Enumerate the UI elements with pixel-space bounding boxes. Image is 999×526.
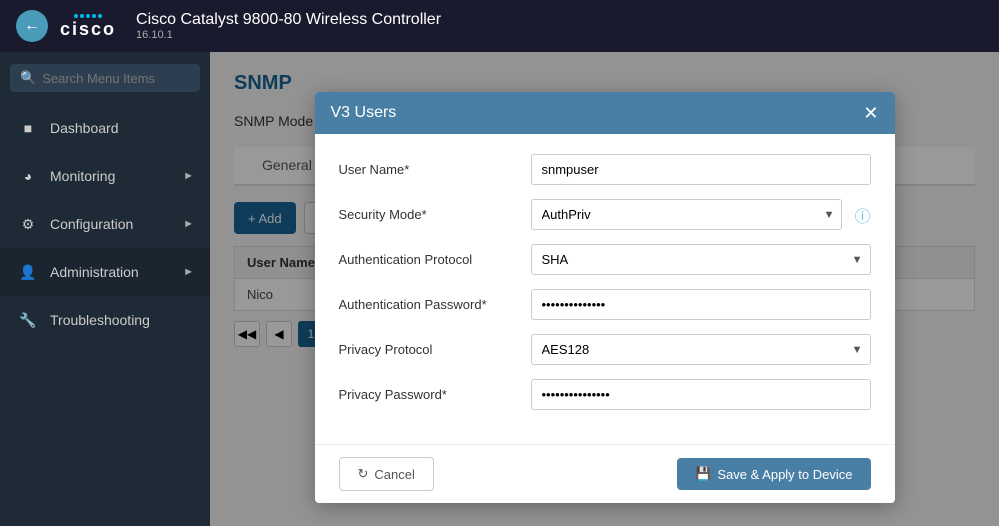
auth-protocol-label: Authentication Protocol	[339, 252, 519, 267]
auth-password-input[interactable]	[531, 289, 871, 320]
privacy-protocol-label: Privacy Protocol	[339, 342, 519, 357]
sidebar-item-label: Monitoring	[50, 168, 115, 184]
modal-close-button[interactable]: ✕	[863, 104, 878, 122]
topbar: ← cisco Cisco Catalyst 9800-80 Wireless …	[0, 0, 999, 52]
chevron-right-icon: ►	[183, 218, 194, 230]
app-version: 16.10.1	[136, 29, 441, 41]
sidebar-item-troubleshooting[interactable]: 🔧 Troubleshooting	[0, 296, 210, 344]
v3-users-modal: V3 Users ✕ User Name* Security Mode*	[315, 92, 895, 503]
username-input[interactable]	[531, 154, 871, 185]
privacy-protocol-wrapper: AES128 AES192 AES256 DES ▼	[531, 334, 871, 365]
cancel-button[interactable]: ↻ Cancel	[339, 457, 434, 491]
sidebar-item-configuration[interactable]: ⚙ Configuration ►	[0, 200, 210, 248]
config-icon: ⚙	[16, 212, 40, 236]
privacy-protocol-select[interactable]: AES128 AES192 AES256 DES	[531, 334, 871, 365]
app-title: Cisco Catalyst 9800-80 Wireless Controll…	[136, 11, 441, 29]
modal-title: V3 Users	[331, 104, 397, 122]
modal-body: User Name* Security Mode* NoAuthNoPriv A…	[315, 134, 895, 444]
auth-protocol-select[interactable]: MD5 SHA	[531, 244, 871, 275]
cancel-icon: ↻	[358, 466, 369, 482]
cisco-logo: cisco	[60, 14, 116, 38]
sidebar-item-label: Dashboard	[50, 120, 119, 136]
troubleshoot-icon: 🔧	[16, 308, 40, 332]
sidebar: 🔍 ■ Dashboard ◕ Monitoring ► ⚙ Configura…	[0, 52, 210, 526]
search-box[interactable]: 🔍	[10, 64, 200, 92]
form-row-auth-protocol: Authentication Protocol MD5 SHA ▼	[339, 244, 871, 275]
save-icon: 💾	[695, 466, 711, 482]
auth-protocol-wrapper: MD5 SHA ▼	[531, 244, 871, 275]
form-row-privacy-protocol: Privacy Protocol AES128 AES192 AES256 DE…	[339, 334, 871, 365]
chevron-right-icon: ►	[183, 170, 194, 182]
username-label: User Name*	[339, 162, 519, 177]
security-mode-label: Security Mode*	[339, 207, 519, 222]
dashboard-icon: ■	[16, 116, 40, 140]
auth-password-label: Authentication Password*	[339, 297, 519, 312]
security-mode-wrapper: NoAuthNoPriv AuthNoPriv AuthPriv ▼	[531, 199, 843, 230]
cancel-label: Cancel	[374, 467, 414, 482]
monitoring-icon: ◕	[16, 164, 40, 188]
modal-footer: ↻ Cancel 💾 Save & Apply to Device	[315, 444, 895, 503]
modal-header: V3 Users ✕	[315, 92, 895, 134]
content-area: SNMP SNMP Mode ENABLED 👁 General Communi…	[210, 52, 999, 526]
sidebar-item-label: Configuration	[50, 216, 133, 232]
privacy-password-input[interactable]	[531, 379, 871, 410]
sidebar-item-administration[interactable]: 👤 Administration ►	[0, 248, 210, 296]
save-button[interactable]: 💾 Save & Apply to Device	[677, 458, 870, 490]
sidebar-item-monitoring[interactable]: ◕ Monitoring ►	[0, 152, 210, 200]
back-icon: ←	[24, 17, 40, 35]
modal-overlay: V3 Users ✕ User Name* Security Mode*	[210, 52, 999, 526]
chevron-right-icon: ►	[183, 266, 194, 278]
form-row-privacy-password: Privacy Password*	[339, 379, 871, 410]
search-input[interactable]	[42, 71, 190, 86]
info-icon[interactable]: ⓘ	[854, 203, 870, 227]
form-row-username: User Name*	[339, 154, 871, 185]
sidebar-item-dashboard[interactable]: ■ Dashboard	[0, 104, 210, 152]
security-mode-select[interactable]: NoAuthNoPriv AuthNoPriv AuthPriv	[531, 199, 843, 230]
sidebar-item-label: Administration	[50, 264, 139, 280]
sidebar-item-label: Troubleshooting	[50, 312, 150, 328]
search-icon: 🔍	[20, 70, 36, 86]
admin-icon: 👤	[16, 260, 40, 284]
form-row-security-mode: Security Mode* NoAuthNoPriv AuthNoPriv A…	[339, 199, 871, 230]
privacy-password-label: Privacy Password*	[339, 387, 519, 402]
save-label: Save & Apply to Device	[717, 467, 852, 482]
back-button[interactable]: ←	[16, 10, 48, 42]
form-row-auth-password: Authentication Password*	[339, 289, 871, 320]
